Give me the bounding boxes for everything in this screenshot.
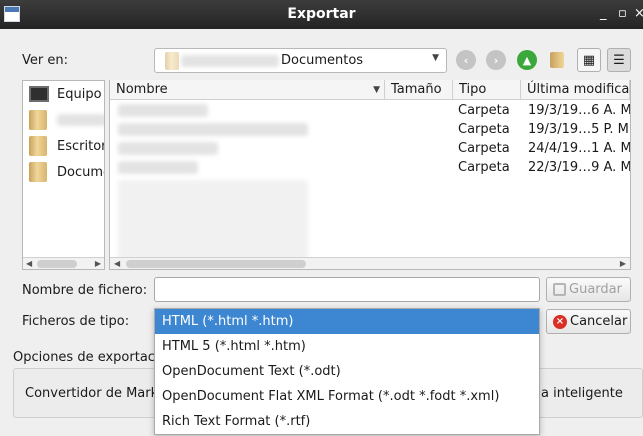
sidebar-item-label: Equipo bbox=[57, 86, 102, 102]
path-redacted bbox=[181, 55, 279, 67]
filename-label: Nombre de fichero: bbox=[22, 283, 148, 298]
scroll-right-icon[interactable]: ▶ bbox=[620, 259, 626, 268]
filetype-label: Ficheros de tipo: bbox=[22, 314, 130, 329]
folder-icon bbox=[29, 162, 47, 182]
export-options-label: Opciones de exportac bbox=[13, 350, 155, 365]
smart-option-label: a inteligente bbox=[541, 386, 623, 401]
file-list-scrollbar[interactable]: ◀ ▶ bbox=[110, 257, 630, 269]
column-header-size[interactable]: Tamaño bbox=[385, 80, 453, 100]
sidebar: Equipo Escritorio Documentos ◀ ▶ bbox=[22, 80, 105, 270]
filetype-option[interactable]: HTML (*.html *.htm) bbox=[155, 309, 539, 334]
converter-label: Convertidor de Mark bbox=[25, 386, 159, 401]
close-button[interactable]: × bbox=[634, 6, 643, 21]
sidebar-item-label: Documentos bbox=[57, 164, 104, 180]
filename-input[interactable] bbox=[154, 277, 540, 302]
back-arrow-icon[interactable]: ‹ bbox=[456, 50, 476, 70]
sort-down-icon: ▼ bbox=[373, 85, 380, 95]
redacted-label bbox=[57, 114, 104, 126]
lookin-path: Documentos bbox=[281, 53, 364, 68]
column-header-type[interactable]: Tipo bbox=[453, 80, 521, 100]
sidebar-item-equipo[interactable]: Equipo bbox=[29, 82, 104, 106]
filetype-option[interactable]: OpenDocument Text (*.odt) bbox=[155, 359, 539, 384]
filetype-option[interactable]: HTML 5 (*.html *.htm) bbox=[155, 334, 539, 359]
filetype-dropdown[interactable]: HTML (*.html *.htm) HTML 5 (*.html *.htm… bbox=[154, 308, 540, 435]
table-row[interactable]: Carpeta 24/4/19…1 A. M. bbox=[110, 139, 630, 158]
minimize-button[interactable]: _ bbox=[600, 6, 607, 21]
column-header-name[interactable]: Nombre ▼ bbox=[110, 80, 385, 100]
computer-icon bbox=[29, 86, 49, 102]
list-view-icon[interactable]: ▦ bbox=[577, 48, 601, 72]
table-row[interactable]: Carpeta 22/3/19…9 A. M. bbox=[110, 158, 630, 177]
lookin-label: Ver en: bbox=[22, 53, 68, 68]
title-bar: Exportar _ ▫ × bbox=[0, 0, 643, 29]
scroll-thumb[interactable] bbox=[126, 260, 306, 268]
redacted-filename bbox=[118, 161, 198, 174]
scroll-right-icon[interactable]: ▶ bbox=[95, 259, 101, 268]
redacted-filename bbox=[118, 142, 218, 155]
table-row[interactable]: Carpeta 19/3/19…5 P. M. bbox=[110, 120, 630, 139]
filetype-option[interactable]: Rich Text Format (*.rtf) bbox=[155, 409, 539, 434]
chevron-down-icon: ▼ bbox=[432, 53, 439, 63]
up-arrow-icon[interactable]: ▲ bbox=[517, 50, 537, 70]
save-button[interactable]: Guardar bbox=[546, 277, 631, 302]
window-title: Exportar bbox=[287, 6, 356, 22]
scroll-left-icon[interactable]: ◀ bbox=[26, 259, 32, 268]
new-folder-icon[interactable] bbox=[547, 50, 567, 70]
sidebar-item-user[interactable] bbox=[29, 108, 104, 132]
cancel-icon: × bbox=[553, 314, 567, 329]
lookin-combo[interactable]: Documentos ▼ bbox=[154, 48, 447, 73]
detail-view-icon[interactable]: ☰ bbox=[607, 48, 631, 72]
cancel-button[interactable]: × Cancelar bbox=[546, 309, 631, 334]
column-header-modified[interactable]: Última modificación bbox=[521, 80, 630, 100]
folder-icon bbox=[29, 110, 47, 130]
redacted-filename bbox=[118, 104, 208, 117]
filetype-option[interactable]: OpenDocument Flat XML Format (*.odt *.fo… bbox=[155, 384, 539, 409]
sidebar-item-documentos[interactable]: Documentos bbox=[29, 160, 104, 184]
redacted-filename bbox=[118, 123, 308, 136]
folder-icon bbox=[165, 52, 179, 70]
table-row[interactable]: Carpeta 19/3/19…6 A. M. bbox=[110, 101, 630, 120]
sidebar-item-escritorio[interactable]: Escritorio bbox=[29, 134, 104, 158]
folder-icon bbox=[29, 136, 47, 156]
scroll-thumb[interactable] bbox=[37, 260, 77, 268]
sidebar-scrollbar[interactable]: ◀ ▶ bbox=[23, 257, 104, 269]
sidebar-item-label: Escritorio bbox=[57, 138, 104, 154]
forward-arrow-icon[interactable]: › bbox=[486, 50, 506, 70]
save-icon bbox=[553, 283, 566, 296]
maximize-button[interactable]: ▫ bbox=[618, 6, 627, 21]
redacted-area bbox=[118, 180, 308, 260]
scroll-left-icon[interactable]: ◀ bbox=[114, 259, 120, 268]
